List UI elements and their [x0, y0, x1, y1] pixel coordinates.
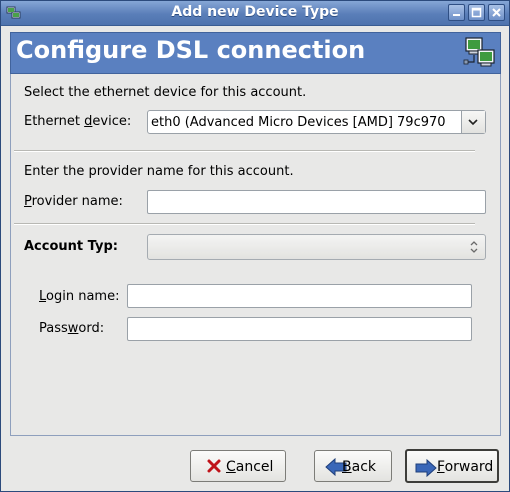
provider-name-label: Provider name: [24, 194, 123, 209]
label-mnemonic: w [67, 321, 79, 336]
label-mnemonic: L [39, 289, 47, 304]
label-mnemonic: P [24, 194, 32, 209]
label-mnemonic: C [226, 459, 236, 475]
dropdown-toggle[interactable] [461, 111, 485, 133]
label-text: Ethernet [24, 114, 85, 129]
password-label: Password: [39, 321, 104, 336]
label-text: Pass [39, 321, 68, 336]
label-text: evice: [92, 114, 132, 129]
label-text: orward [444, 459, 494, 475]
close-icon [492, 8, 501, 17]
ethernet-device-value: eth0 (Advanced Micro Devices [AMD] 79c97… [151, 115, 446, 130]
account-type-select[interactable] [147, 234, 486, 260]
dialog-window: Add new Device Type Configure DSL connec… [0, 0, 510, 492]
label-text: rovider name: [31, 194, 123, 209]
maximize-icon [471, 7, 482, 18]
provider-name-input[interactable] [147, 190, 486, 214]
close-button[interactable] [488, 4, 505, 21]
label-mnemonic: F [437, 459, 445, 475]
maximize-button[interactable] [468, 4, 485, 21]
right-arrow-icon [415, 459, 437, 477]
account-type-label: Account Typ: [24, 239, 118, 254]
minimize-icon [453, 14, 460, 16]
updown-arrows-icon [470, 241, 478, 253]
login-name-input[interactable] [127, 284, 472, 308]
divider [14, 223, 475, 225]
label-text: ack [351, 459, 376, 475]
ethernet-device-select[interactable]: eth0 (Advanced Micro Devices [AMD] 79c97… [147, 110, 486, 134]
ethernet-prompt: Select the ethernet device for this acco… [24, 85, 307, 100]
label-text: ord: [78, 321, 105, 336]
forward-button[interactable]: Forward [405, 449, 499, 483]
window-title: Add new Device Type [171, 4, 339, 20]
page-header: Configure DSL connection [10, 32, 501, 74]
password-input[interactable] [127, 317, 472, 341]
provider-prompt: Enter the provider name for this account… [24, 164, 294, 179]
page-title: Configure DSL connection [16, 36, 366, 64]
minimize-button[interactable] [448, 4, 465, 21]
cancel-button[interactable]: Cancel [190, 450, 286, 482]
ethernet-device-label: Ethernet device: [24, 114, 131, 129]
label-mnemonic: B [342, 459, 352, 475]
back-button[interactable]: Back [314, 450, 392, 482]
x-icon [207, 459, 221, 473]
title-bar[interactable]: Add new Device Type [1, 1, 509, 26]
chevron-down-icon [468, 119, 478, 126]
divider [14, 150, 475, 152]
network-computers-icon [463, 37, 495, 67]
login-name-label: Login name: [39, 289, 119, 304]
label-text: ogin name: [46, 289, 120, 304]
label-text: ancel [235, 459, 274, 475]
